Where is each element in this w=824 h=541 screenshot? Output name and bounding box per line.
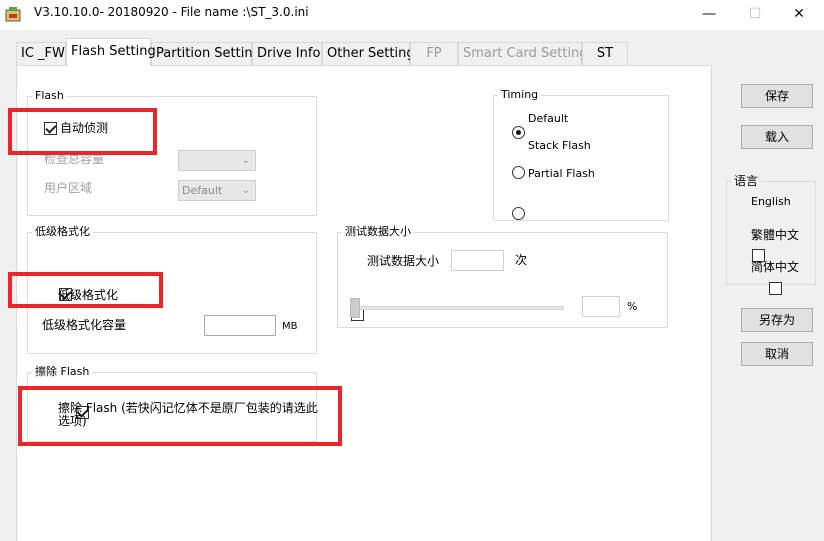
english-label: English <box>751 195 791 208</box>
test-data-checkbox-label: 测试数据大小 <box>367 254 440 268</box>
low-format-capacity-input[interactable] <box>204 315 276 336</box>
tab-drive-info[interactable]: Drive Info <box>252 42 322 65</box>
timing-partial-flash-label: Partial Flash <box>528 167 595 180</box>
load-button[interactable]: 载入 <box>741 125 813 149</box>
user-area-select[interactable]: Default ⌄ <box>178 180 256 201</box>
title-bar: V3.10.10.0- 20180920 - File name :\ST_3.… <box>0 0 824 30</box>
test-data-percent-input[interactable] <box>582 296 620 317</box>
maximize-button[interactable]: ☐ <box>732 0 778 30</box>
traditional-chinese-label: 繁體中文 <box>751 228 800 242</box>
low-format-checkbox-label: 低级格式化 <box>58 288 119 302</box>
timing-stack-flash-radio[interactable] <box>512 166 525 179</box>
auto-detect-label: 自动侦测 <box>60 121 109 135</box>
test-data-slider-thumb[interactable] <box>350 298 360 318</box>
timing-group <box>493 95 669 221</box>
auto-detect-checkbox[interactable] <box>44 122 57 135</box>
erase-flash-label-line2: 选项) <box>58 414 87 428</box>
save-button[interactable]: 保存 <box>741 84 813 108</box>
low-format-capacity-label: 低级格式化容量 <box>42 318 127 332</box>
low-format-unit: MB <box>282 321 298 332</box>
check-capacity-label: 检查总容量 <box>44 152 105 166</box>
user-area-label: 用户区域 <box>44 181 93 195</box>
timing-stack-flash-label: Stack Flash <box>528 139 591 152</box>
test-data-slider-track[interactable] <box>352 306 564 310</box>
user-area-value: Default <box>182 184 223 197</box>
erase-flash-label-line1: 擦除 Flash (若快闪记忆体不是原厂包装的请选此 <box>58 401 318 415</box>
close-button[interactable]: ✕ <box>776 0 822 30</box>
test-data-legend: 测试数据大小 <box>342 225 414 239</box>
tab-flash-setting[interactable]: Flash Setting <box>66 38 156 66</box>
chevron-down-icon: ⌄ <box>241 155 250 166</box>
tab-other-setting[interactable]: Other Setting <box>322 42 415 65</box>
minimize-button[interactable]: — <box>686 0 732 30</box>
low-format-legend: 低级格式化 <box>32 225 93 239</box>
timing-default-label: Default <box>528 112 569 125</box>
test-data-count-unit: 次 <box>515 253 528 267</box>
timing-default-radio[interactable] <box>512 126 525 139</box>
window-title: V3.10.10.0- 20180920 - File name :\ST_3.… <box>34 5 309 19</box>
simplified-chinese-label: 简体中文 <box>751 260 800 274</box>
save-as-button[interactable]: 另存为 <box>741 308 813 332</box>
tab-st[interactable]: ST <box>582 42 628 65</box>
timing-partial-flash-radio[interactable] <box>512 207 525 220</box>
tab-partition-setting[interactable]: Partition Setting <box>151 42 261 65</box>
tab-fp[interactable]: FP <box>410 42 458 65</box>
test-data-count-input[interactable] <box>451 250 504 271</box>
language-legend: 语言 <box>731 174 762 188</box>
timing-legend: Timing <box>498 88 542 102</box>
traditional-chinese-checkbox[interactable] <box>768 282 782 295</box>
cancel-button[interactable]: 取消 <box>741 342 813 366</box>
app-icon <box>5 7 21 22</box>
erase-flash-legend: 擦除 Flash <box>32 365 93 379</box>
tab-ic-fw[interactable]: IC _FW <box>16 42 66 65</box>
check-capacity-select[interactable]: ⌄ <box>178 150 256 171</box>
tab-smart-card-setting[interactable]: Smart Card Setting <box>458 42 588 65</box>
chevron-down-icon: ⌄ <box>241 185 250 196</box>
flash-group-legend: Flash <box>32 89 67 103</box>
test-data-percent-unit: % <box>627 300 638 313</box>
